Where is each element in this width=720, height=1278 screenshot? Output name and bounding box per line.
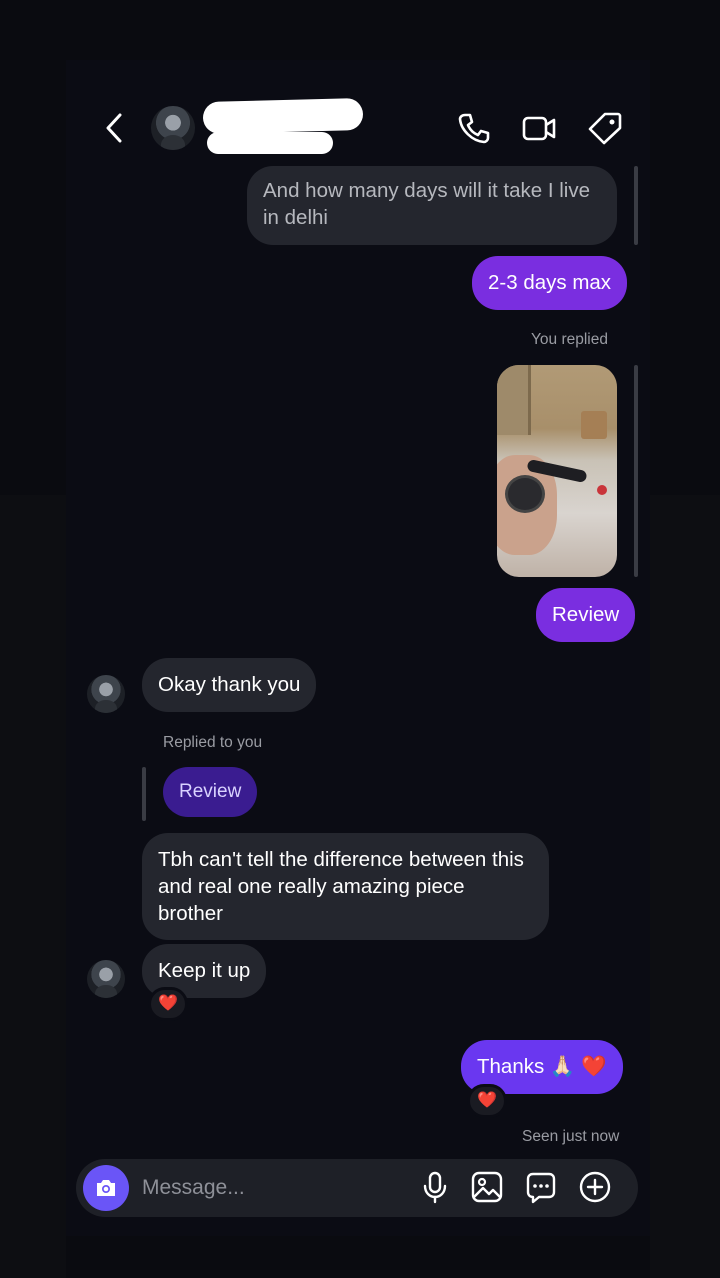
redacted-contact-username (207, 132, 333, 154)
sticker-button[interactable] (524, 1170, 558, 1204)
heart-reaction[interactable]: ❤️ (148, 987, 188, 1021)
shared-photo[interactable] (497, 365, 617, 577)
tag-icon (588, 112, 622, 145)
message-bubble-outgoing[interactable]: Review (536, 588, 636, 642)
seen-status: Seen just now (522, 1128, 620, 1145)
microphone-icon (423, 1171, 447, 1204)
tag-button[interactable] (587, 110, 623, 146)
sender-avatar[interactable] (87, 675, 125, 713)
back-button[interactable] (100, 110, 130, 146)
background-edge-left (0, 495, 66, 1278)
message-text: Keep it up (158, 959, 251, 982)
replied-to-you-label: Replied to you (163, 734, 263, 751)
heart-icon: ❤️ (477, 1092, 497, 1109)
message-bubble-incoming-quote[interactable]: And how many days will it take I live in… (247, 166, 617, 245)
you-replied-label: You replied (531, 331, 608, 348)
background-edge-right (650, 495, 720, 1278)
photo-bag (581, 411, 607, 439)
chevron-left-icon (106, 113, 122, 143)
message-text: Review (552, 603, 620, 626)
photo-detail (597, 485, 607, 495)
chat-bubble-icon (526, 1172, 556, 1204)
camera-icon (97, 1180, 115, 1196)
image-icon (471, 1171, 503, 1203)
add-button[interactable] (578, 1170, 612, 1204)
message-text: And how many days will it take I live in… (263, 179, 590, 229)
heart-icon: ❤️ (158, 995, 178, 1012)
sender-avatar[interactable] (87, 960, 125, 998)
message-text: 2-3 days max (488, 271, 612, 294)
photo-watch (505, 475, 545, 513)
message-bubble-incoming[interactable]: Okay thank you (142, 658, 317, 712)
microphone-button[interactable] (418, 1170, 452, 1204)
reply-indicator-bar (634, 365, 638, 577)
photo-door (497, 365, 531, 435)
message-text: Thanks 🙏🏻 ❤️ (477, 1055, 607, 1078)
redacted-contact-name (202, 97, 364, 135)
reply-indicator-bar (142, 767, 146, 821)
message-bubble-incoming[interactable]: Tbh can't tell the difference between th… (142, 833, 549, 940)
gallery-button[interactable] (470, 1170, 504, 1204)
video-call-button[interactable] (521, 110, 557, 146)
message-bubble-outgoing[interactable]: 2-3 days max (472, 256, 628, 310)
quoted-message[interactable]: Review (163, 767, 258, 817)
message-text: Tbh can't tell the difference between th… (158, 848, 524, 925)
message-text: Okay thank you (158, 673, 301, 696)
phone-icon (458, 113, 490, 144)
camera-button[interactable] (83, 1165, 129, 1211)
message-input[interactable] (142, 1172, 392, 1204)
video-icon (522, 116, 556, 141)
reply-indicator-bar (634, 166, 638, 245)
plus-circle-icon (579, 1171, 611, 1203)
quoted-message-text: Review (179, 781, 242, 802)
contact-avatar[interactable] (151, 106, 195, 150)
heart-reaction[interactable]: ❤️ (467, 1084, 507, 1118)
phone-call-button[interactable] (456, 110, 492, 146)
